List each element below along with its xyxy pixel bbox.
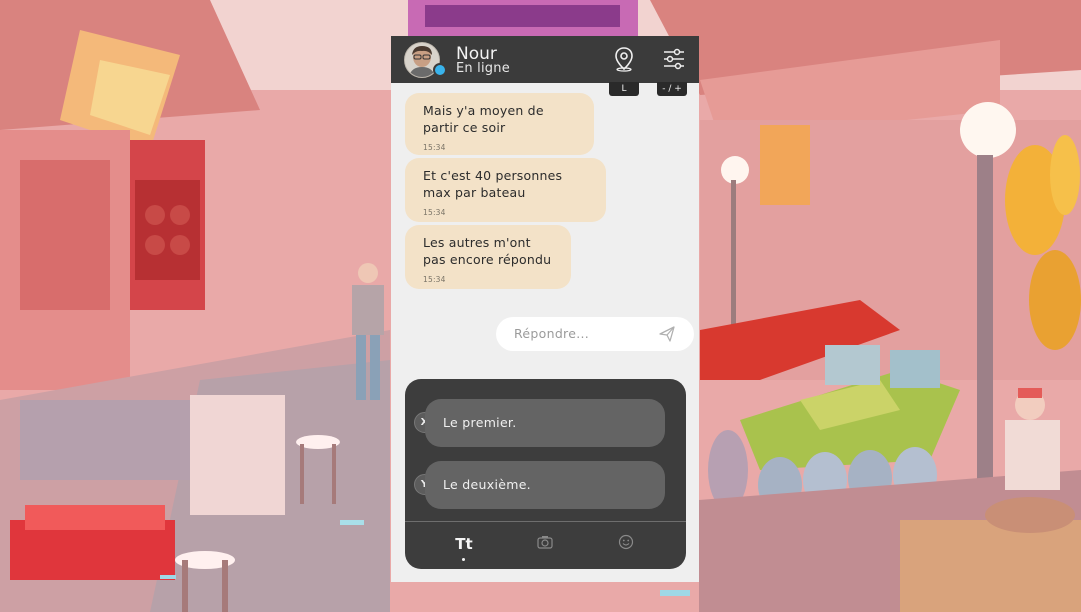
message-time: 15:34 <box>423 143 446 152</box>
reply-placeholder: Répondre... <box>514 326 590 341</box>
message-bubble: Et c'est 40 personnes max par bateau 15:… <box>405 158 606 222</box>
message-text: Et c'est 40 personnes max par bateau <box>423 168 563 200</box>
dialogue-choice-panel: X Le premier. Y Le deuxième. Tt <box>405 379 686 569</box>
text-tab-label: Tt <box>455 535 473 553</box>
tab-camera[interactable] <box>531 534 559 556</box>
reply-input[interactable]: Répondre... <box>496 317 694 351</box>
location-key-hint: L <box>609 82 639 96</box>
settings-key-hint: - / + <box>657 82 687 96</box>
choice-option-2[interactable]: Le deuxième. <box>425 461 665 509</box>
tab-text[interactable]: Tt <box>450 534 478 561</box>
message-text: Mais y'a moyen de partir ce soir <box>423 103 544 135</box>
choice-label: Le deuxième. <box>443 477 531 492</box>
message-time: 15:34 <box>423 275 446 284</box>
message-bubble: Mais y'a moyen de partir ce soir 15:34 <box>405 93 594 155</box>
emoji-icon <box>618 534 634 550</box>
choice-label: Le premier. <box>443 415 517 430</box>
chat-phone-panel: Nour En ligne L - / + Mais y'a moyen de … <box>391 36 699 582</box>
send-icon[interactable] <box>658 325 676 343</box>
message-text: Les autres m'ont pas encore répondu <box>423 235 552 267</box>
camera-icon <box>537 536 553 549</box>
message-time: 15:34 <box>423 208 446 217</box>
active-tab-indicator <box>462 558 465 561</box>
message-bubble: Les autres m'ont pas encore répondu 15:3… <box>405 225 571 289</box>
choice-option-1[interactable]: Le premier. <box>425 399 665 447</box>
settings-sliders-icon[interactable] <box>660 45 688 73</box>
input-mode-tabbar: Tt <box>405 521 686 569</box>
chat-header: Nour En ligne <box>391 36 699 83</box>
tab-emoji[interactable] <box>612 534 640 556</box>
online-status-dot <box>433 63 447 77</box>
contact-status: En ligne <box>456 61 510 76</box>
location-pin-icon[interactable] <box>610 45 638 73</box>
